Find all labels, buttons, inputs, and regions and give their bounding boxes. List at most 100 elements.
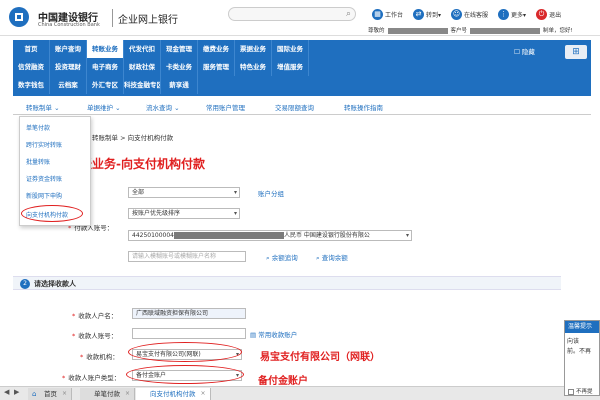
nav-item-row1-5[interactable]: 缴费业务 [198, 40, 235, 58]
home-icon: ⌂ [32, 390, 37, 398]
nav-item-row3-0[interactable]: 数字钱包 [13, 76, 50, 94]
nav-item-row1-0[interactable]: 首页 [13, 40, 50, 58]
account-group-link[interactable]: 账户分组 [258, 188, 284, 198]
bottom-tab-bar: ◀ ▶ ⌂ 首页 × 单笔付款 × 向支付机构付款 × [0, 386, 600, 400]
logout-button[interactable]: ⏻ 退出 [536, 8, 561, 20]
chevron-down-icon: ▾ [233, 189, 237, 196]
highlight-oval-institution [128, 342, 242, 362]
nav-item-row2-3[interactable]: 财政社保 [124, 58, 161, 76]
redacted-username [387, 27, 448, 34]
close-icon[interactable]: × [62, 388, 67, 400]
section-number-badge: 2 [20, 279, 30, 289]
service-icon: ☺ [451, 8, 463, 20]
highlight-oval-menu [21, 205, 83, 222]
apps-grid-button[interactable]: ⊞ [565, 45, 587, 59]
nav-item-row2-5[interactable]: 服务管理 [198, 58, 235, 76]
close-icon[interactable]: × [200, 388, 205, 400]
account-type-label: * 收款人账户类型： [62, 374, 121, 382]
nav-item-row3-2[interactable]: 外汇专区 [87, 76, 124, 94]
bank-name-en: China Construction Bank [38, 22, 100, 28]
popup-dont-show-checkbox[interactable]: 不再提 [568, 387, 593, 395]
chevron-down-icon: ▾ [405, 232, 409, 239]
section-payee-header: 2 请选择收款人 [13, 276, 561, 290]
user-greeting: 尊敬的 客户号 制单，您好! [368, 27, 573, 34]
nav-item-row2-7[interactable]: 增值服务 [272, 58, 309, 76]
annotation-institution: 易宝支付有限公司（网联） [260, 352, 380, 363]
online-service-button[interactable]: ☺ 在线客服 [451, 8, 488, 20]
payer-account-select[interactable]: 44250100004 人民币 中国建设银行股份有限公 ▾ [128, 230, 412, 241]
account-search-input[interactable]: 请输入模糊账号或模糊账户名称 [128, 251, 246, 262]
nav-item-row2-4[interactable]: 卡类业务 [161, 58, 198, 76]
popup-text: 向该 前。不再 [567, 338, 592, 355]
nav-item-row1-1[interactable]: 账户查询 [50, 40, 87, 58]
nav-item-row2-6[interactable]: 特色业务 [235, 58, 272, 76]
chevron-down-icon: ▾ [233, 210, 237, 217]
redacted-customer-number [470, 27, 541, 34]
tip-popup: 温馨提示 向该 前。不再 不再提 [564, 320, 600, 396]
payee-account-label: * 收款人账号： [72, 332, 118, 340]
payee-name-input[interactable]: 广西联域融资担保有限公司 [132, 308, 246, 319]
nav-item-row1-2[interactable]: 转账业务 [87, 40, 124, 58]
redacted-account-number [174, 232, 284, 239]
goto-button[interactable]: ⇄ 转到▾ [413, 8, 441, 20]
section-title: 请选择收款人 [34, 280, 76, 288]
sort-select[interactable]: 按账户优先级排序 ▾ [128, 208, 240, 219]
dropdown-item-ipo-subscription[interactable]: 新股网下申购 [26, 191, 62, 200]
institution-label: * 收款机构： [80, 353, 119, 361]
global-search-input[interactable]: ⌕ [228, 7, 356, 21]
account-group-select[interactable]: 全部 ▾ [128, 187, 240, 198]
nav-row-2: 信贷融资 投资理财 电子商务 财政社保 卡类业务 服务管理 特色业务 增值服务 [13, 58, 561, 76]
subnav-limit-query[interactable]: 交易限额查询 [275, 102, 314, 112]
nav-item-row1-7[interactable]: 国际业务 [272, 40, 309, 58]
checkbox-icon [568, 388, 574, 395]
nav-item-row1-6[interactable]: 票据业务 [235, 40, 272, 58]
nav-row-3: 数字钱包 云档案 外汇专区 科技金融专区 薪享通 [13, 76, 561, 94]
dropdown-item-batch-transfer[interactable]: 批量转账 [26, 157, 50, 166]
grid-icon: ⋮ [498, 8, 510, 20]
hide-icon: ☐ [514, 48, 522, 56]
subnav-common-account[interactable]: 常用账户管理 [206, 102, 245, 112]
highlight-oval-account-type [126, 365, 244, 384]
tab-prev-icon[interactable]: ◀ [4, 388, 9, 396]
subnav-flow-query[interactable]: 流水查询 ⌄ [146, 102, 180, 112]
popup-title: 温馨提示 [565, 321, 599, 333]
nav-item-row2-1[interactable]: 投资理财 [50, 58, 87, 76]
nav-item-row2-0[interactable]: 信贷融资 [13, 58, 50, 76]
subnav-document-maintain[interactable]: 单据维护 ⌄ [87, 102, 121, 112]
apps-grid-icon: ⊞ [572, 47, 580, 57]
detail-query-link[interactable]: ⌕ 查询余额 [316, 252, 348, 263]
workbench-button[interactable]: ▦ 工作台 [372, 8, 403, 20]
header-divider [112, 9, 113, 27]
subnav-transfer-order[interactable]: 转账制单 ⌄ [26, 102, 60, 112]
tab-single-payment[interactable]: 单笔付款 × [80, 388, 135, 400]
annotation-account-type: 备付金账户 [258, 376, 308, 387]
dropdown-item-securities-transfer[interactable]: 证券资金转账 [26, 174, 62, 183]
tab-home[interactable]: ⌂ 首页 × [28, 388, 72, 400]
nav-item-row3-3[interactable]: 科技金融专区 [124, 76, 161, 94]
common-payee-link[interactable]: ▤ 常用收款账户 [250, 329, 297, 339]
main-nav: 首页 账户查询 转账业务 代发代扣 现金管理 缴费业务 票据业务 国际业务 信贷融资 投资理财电… [13, 40, 561, 96]
nav-item-row1-4[interactable]: 现金管理 [161, 40, 198, 58]
tab-next-icon[interactable]: ▶ [14, 388, 19, 396]
nav-row-1: 首页 账户查询 转账业务 代发代扣 现金管理 缴费业务 票据业务 国际业务 [13, 40, 561, 58]
subnav-guide[interactable]: 转账操作指南 [344, 102, 383, 112]
hide-menu-button[interactable]: ☐ 隐藏 [514, 46, 535, 56]
tab-pay-institution[interactable]: 向支付机构付款 × [136, 388, 211, 400]
portal-title: 企业网上银行 [118, 15, 178, 26]
address-book-icon: ▤ [250, 331, 259, 339]
more-button[interactable]: ⋮ 更多▾ [498, 8, 526, 20]
calendar-icon: ▦ [372, 8, 383, 20]
nav-item-row2-2[interactable]: 电子商务 [87, 58, 124, 76]
nav-item-row3-4[interactable]: 薪享通 [161, 76, 198, 94]
header: 中国建设银行 China Construction Bank 企业网上银行 ⌕ … [0, 0, 600, 36]
close-icon[interactable]: × [125, 388, 130, 400]
dropdown-item-realtime-interbank[interactable]: 跨行实时转账 [26, 140, 62, 149]
breadcrumb: 转账制单 > 向支付机构付款 [92, 134, 174, 142]
balance-query-link[interactable]: ⌕ 余额追询 [266, 252, 298, 263]
nav-item-row3-1[interactable]: 云档案 [50, 76, 87, 94]
nav-item-row1-3[interactable]: 代发代扣 [124, 40, 161, 58]
search-icon[interactable]: ⌕ [346, 9, 351, 19]
payee-account-input[interactable] [132, 328, 246, 339]
dropdown-item-single-payment[interactable]: 单笔付款 [26, 123, 50, 132]
header-tools: ▦ 工作台 ⇄ 转到▾ ☺ 在线客服 ⋮ 更多▾ ⏻ 退出 [372, 6, 561, 22]
